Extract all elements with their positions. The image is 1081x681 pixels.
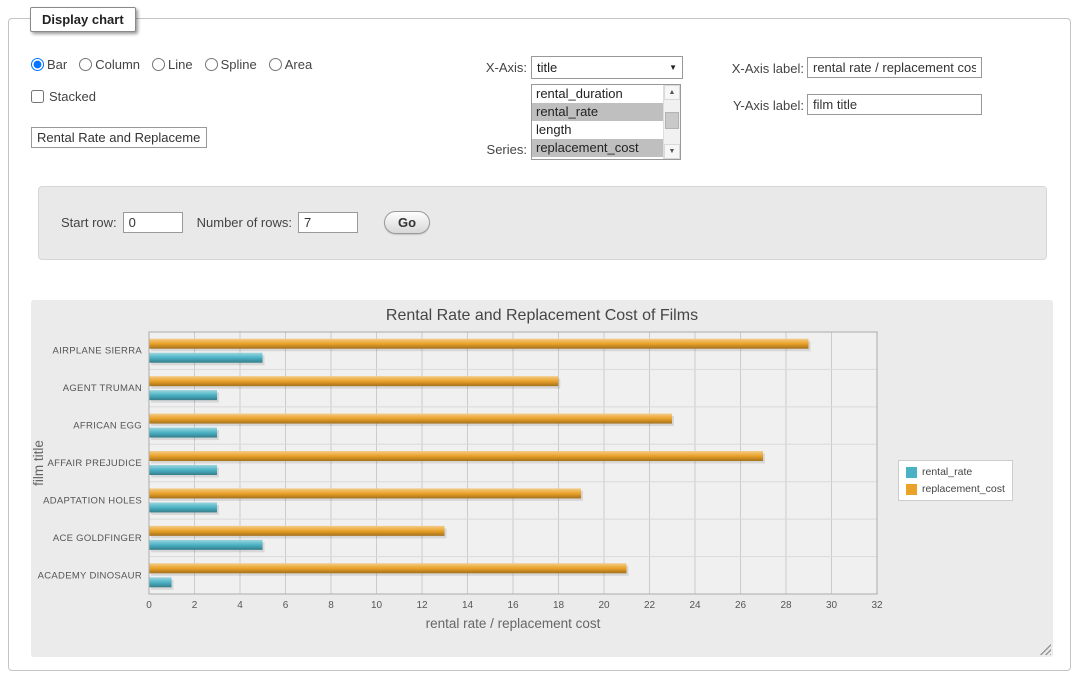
bar-rental_rate — [149, 577, 172, 587]
fieldset-legend: Display chart — [30, 7, 136, 32]
chart-type-option-bar[interactable]: Bar — [31, 57, 67, 72]
chart-title: Rental Rate and Replacement Cost of Film… — [31, 307, 1053, 325]
x-tick-label: 14 — [462, 600, 474, 611]
legend-swatch — [906, 484, 917, 495]
chart-type-radio-area[interactable] — [269, 58, 282, 71]
x-axis-select-wrap: title ▼ — [531, 56, 683, 79]
chart-type-option-spline[interactable]: Spline — [205, 57, 257, 72]
chart-type-radio-line[interactable] — [152, 58, 165, 71]
rows-controls: Start row: Number of rows: Go — [61, 211, 430, 234]
chart-type-group: Bar Column Line Spline Area — [31, 57, 324, 72]
bar-replacement_cost — [149, 451, 763, 461]
start-row-input[interactable] — [123, 212, 183, 233]
legend-item: rental_rate — [906, 466, 1005, 478]
bar-replacement_cost — [149, 414, 672, 424]
x-tick-label: 18 — [553, 600, 565, 611]
stacked-checkbox[interactable] — [31, 90, 44, 103]
category-label: AFFAIR PREJUDICE — [47, 458, 142, 469]
chart-title-input[interactable] — [31, 127, 207, 148]
chart-widget: Rental Rate and Replacement Cost of Film… — [31, 300, 1053, 657]
bar-rental_rate — [149, 390, 217, 400]
category-label: AIRPLANE SIERRA — [53, 346, 143, 357]
legend-label: replacement_cost — [922, 483, 1005, 495]
y-axis-title: film title — [31, 440, 46, 486]
series-option[interactable]: rental_duration — [532, 85, 663, 103]
scrollbar-track[interactable] — [664, 100, 680, 144]
x-tick-label: 26 — [735, 600, 747, 611]
chart-type-label: Spline — [221, 57, 257, 72]
bar-rental_rate — [149, 540, 263, 550]
stacked-label: Stacked — [49, 89, 96, 104]
display-chart-page: Display chart Bar Column Line Spline Are… — [0, 0, 1081, 681]
y-axis-label-input[interactable] — [807, 94, 982, 115]
category-label: AFRICAN EGG — [73, 421, 142, 432]
x-tick-label: 20 — [598, 600, 610, 611]
bar-replacement_cost — [149, 339, 809, 349]
chart-type-label: Column — [95, 57, 140, 72]
scrollbar-thumb[interactable] — [665, 112, 679, 129]
bar-replacement_cost — [149, 526, 445, 536]
category-label: ACE GOLDFINGER — [53, 533, 142, 544]
x-axis-select-label: X-Axis: — [439, 60, 527, 75]
x-axis-title: rental rate / replacement cost — [426, 616, 601, 631]
x-tick-label: 6 — [283, 600, 289, 611]
chart-type-radio-bar[interactable] — [31, 58, 44, 71]
x-tick-label: 28 — [780, 600, 792, 611]
go-button[interactable]: Go — [384, 211, 430, 234]
bar-rental_rate — [149, 353, 263, 363]
chart-type-option-column[interactable]: Column — [79, 57, 140, 72]
x-tick-label: 22 — [644, 600, 656, 611]
bar-rental_rate — [149, 428, 217, 438]
start-row-label: Start row: — [61, 215, 117, 230]
x-tick-label: 24 — [689, 600, 701, 611]
rows-panel: Start row: Number of rows: Go — [38, 186, 1047, 260]
chart-type-option-line[interactable]: Line — [152, 57, 193, 72]
category-label: ADAPTATION HOLES — [43, 495, 142, 506]
x-tick-label: 32 — [871, 600, 883, 611]
legend-item: replacement_cost — [906, 483, 1005, 495]
x-axis-label-label: X-Axis label: — [709, 61, 804, 76]
chart-legend: rental_rate replacement_cost — [898, 460, 1013, 501]
x-tick-label: 16 — [507, 600, 519, 611]
x-tick-label: 8 — [328, 600, 334, 611]
chart-type-option-area[interactable]: Area — [269, 57, 312, 72]
bar-rental_rate — [149, 502, 217, 512]
bar-rental_rate — [149, 465, 217, 475]
chart-type-label: Line — [168, 57, 193, 72]
x-axis-select[interactable]: title — [531, 56, 683, 79]
category-label: ACADEMY DINOSAUR — [38, 570, 142, 581]
series-listbox[interactable]: rental_duration rental_rate length repla… — [531, 84, 681, 160]
chart-type-radio-spline[interactable] — [205, 58, 218, 71]
series-option[interactable]: rental_rate — [532, 103, 663, 121]
x-axis-label-input[interactable] — [807, 57, 982, 78]
chart-type-label: Area — [285, 57, 312, 72]
chart-type-radio-column[interactable] — [79, 58, 92, 71]
category-label: AGENT TRUMAN — [63, 383, 142, 394]
legend-label: rental_rate — [922, 466, 972, 478]
stacked-option[interactable]: Stacked — [31, 89, 96, 104]
bar-replacement_cost — [149, 376, 558, 386]
display-chart-fieldset: Display chart Bar Column Line Spline Are… — [8, 18, 1071, 671]
x-tick-label: 2 — [192, 600, 198, 611]
num-rows-label: Number of rows: — [197, 215, 292, 230]
scrollbar-up-icon[interactable]: ▲ — [664, 85, 680, 100]
x-tick-label: 30 — [826, 600, 838, 611]
num-rows-input[interactable] — [298, 212, 358, 233]
series-scrollbar[interactable]: ▲ ▼ — [663, 85, 680, 159]
x-tick-label: 10 — [371, 600, 383, 611]
legend-swatch — [906, 467, 917, 478]
x-tick-label: 0 — [146, 600, 152, 611]
y-axis-label-label: Y-Axis label: — [709, 98, 804, 113]
bar-replacement_cost — [149, 488, 581, 498]
scrollbar-down-icon[interactable]: ▼ — [664, 144, 680, 159]
series-select-label: Series: — [439, 142, 527, 157]
bar-replacement_cost — [149, 563, 627, 573]
series-option[interactable]: length — [532, 121, 663, 139]
x-tick-label: 4 — [237, 600, 243, 611]
series-option[interactable]: replacement_cost — [532, 139, 663, 157]
chart-type-label: Bar — [47, 57, 67, 72]
series-options: rental_duration rental_rate length repla… — [532, 85, 663, 159]
x-tick-label: 12 — [416, 600, 428, 611]
